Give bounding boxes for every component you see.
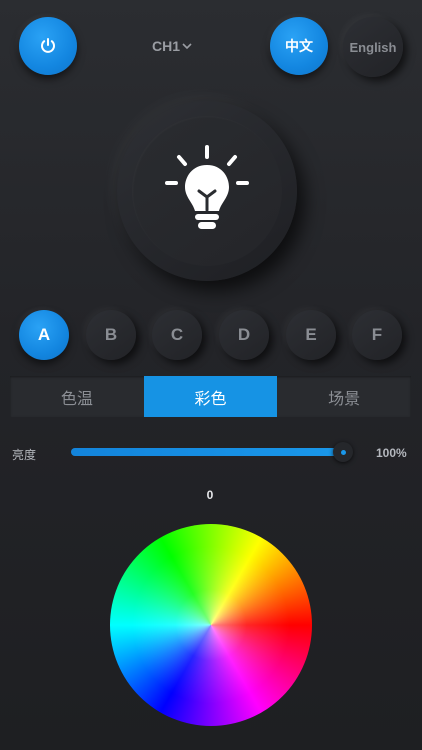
group-label: C (170, 325, 184, 344)
group-button-b[interactable]: B (86, 310, 136, 360)
group-label: F (371, 325, 383, 344)
group-label: D (237, 325, 251, 344)
tab-scene[interactable]: 场景 (277, 376, 411, 417)
group-label: B (104, 325, 118, 344)
power-icon (41, 38, 55, 53)
hue-value: 0 (206, 488, 214, 502)
group-button-f[interactable]: F (352, 310, 402, 360)
group-button-d[interactable]: D (219, 310, 269, 360)
chinese-language-label: 中文 (285, 38, 313, 54)
light-toggle-button[interactable] (132, 116, 282, 266)
power-button[interactable] (19, 17, 77, 75)
brightness-value: 100% (376, 446, 407, 460)
mode-tabs: 色温 彩色 场景 (10, 376, 411, 417)
group-button-a[interactable]: A (19, 310, 69, 360)
tab-color-temperature[interactable]: 色温 (10, 376, 144, 417)
chevron-down-icon (182, 43, 192, 50)
tab-label: 色温 (60, 390, 93, 408)
chinese-language-button[interactable]: 中文 (270, 17, 328, 75)
group-label: A (37, 325, 51, 344)
group-button-e[interactable]: E (286, 310, 336, 360)
brightness-slider-thumb[interactable] (333, 442, 353, 462)
tab-label: 场景 (328, 390, 361, 408)
lightbulb-icon (165, 145, 249, 229)
group-label: E (305, 325, 317, 344)
channel-label: CH1 (152, 38, 181, 54)
english-language-button[interactable]: English (343, 17, 403, 77)
english-language-label: English (349, 39, 397, 55)
brightness-label: 亮度 (12, 448, 37, 462)
tab-color[interactable]: 彩色 (143, 376, 278, 417)
color-wheel-highlight (110, 524, 312, 726)
tab-label: 彩色 (194, 390, 227, 408)
slider-thumb-dot (340, 449, 346, 455)
brightness-slider-fill (71, 448, 343, 456)
group-button-c[interactable]: C (152, 310, 202, 360)
channel-selector[interactable]: CH1 (152, 36, 202, 56)
